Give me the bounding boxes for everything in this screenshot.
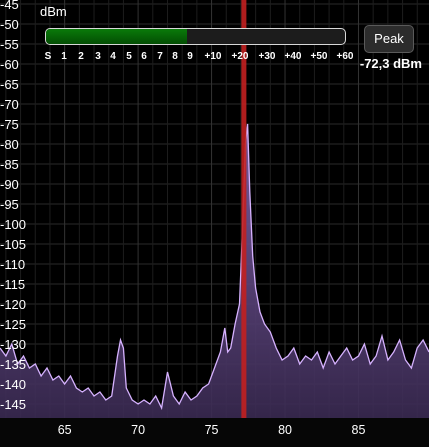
y-tick-label: -70 [0,97,19,112]
s-meter-scale-label: 7 [157,51,163,62]
s-meter-scale-label: 9 [187,51,193,62]
y-tick-label: -90 [0,177,19,192]
y-tick-label: -115 [0,277,26,292]
unit-label: dBm [40,4,67,19]
x-tick-label: 70 [131,423,146,437]
x-tick-label: 65 [57,423,72,437]
s-meter-scale-label: 2 [78,51,84,62]
y-tick-label: -110 [0,257,26,272]
y-tick-label: -55 [0,37,19,52]
y-tick-label: -125 [0,317,27,332]
s-meter-scale-label: +10 [204,51,222,62]
y-tick-label: -85 [0,157,19,172]
x-tick-label: 85 [351,423,366,437]
y-tick-label: -100 [0,217,27,232]
s-meter-fill [46,29,187,44]
y-tick-label: -145 [0,397,27,412]
s-meter-scale-label: +30 [258,51,276,62]
frequency-marker[interactable] [241,0,247,418]
y-tick-label: -105 [0,237,27,252]
s-meter-scale-label: +50 [310,51,328,62]
x-tick-label: 80 [278,423,292,437]
y-tick-label: -140 [0,377,27,392]
s-meter-scale-label: 3 [95,51,101,62]
y-tick-label: -135 [0,357,27,372]
s-meter-scale-label: +40 [284,51,302,62]
y-tick-label: -130 [0,337,27,352]
s-meter-scale-label: S [44,51,52,62]
s-meter-scale-label: 6 [141,51,147,62]
s-meter-scale-label: +20 [231,51,249,62]
y-tick-label: -75 [0,117,19,132]
y-tick-label: -95 [0,197,19,212]
level-readout: -72,3 dBm [359,56,422,71]
s-meter-scale-label: +60 [336,51,354,62]
s-meter-bar [45,28,346,45]
peak-button[interactable]: Peak [364,25,414,53]
x-tick-label: 75 [204,423,219,437]
y-tick-label: -120 [0,297,27,312]
s-meter-scale-label: 5 [126,51,132,62]
y-tick-label: -65 [0,77,19,92]
s-meter-scale-label: 8 [172,51,178,62]
y-tick-label: -60 [0,57,19,72]
s-meter-scale-label: 4 [110,51,116,62]
s-meter-scale-label: 1 [61,51,67,62]
y-tick-label: -80 [0,137,19,152]
y-tick-label: -50 [0,17,19,32]
